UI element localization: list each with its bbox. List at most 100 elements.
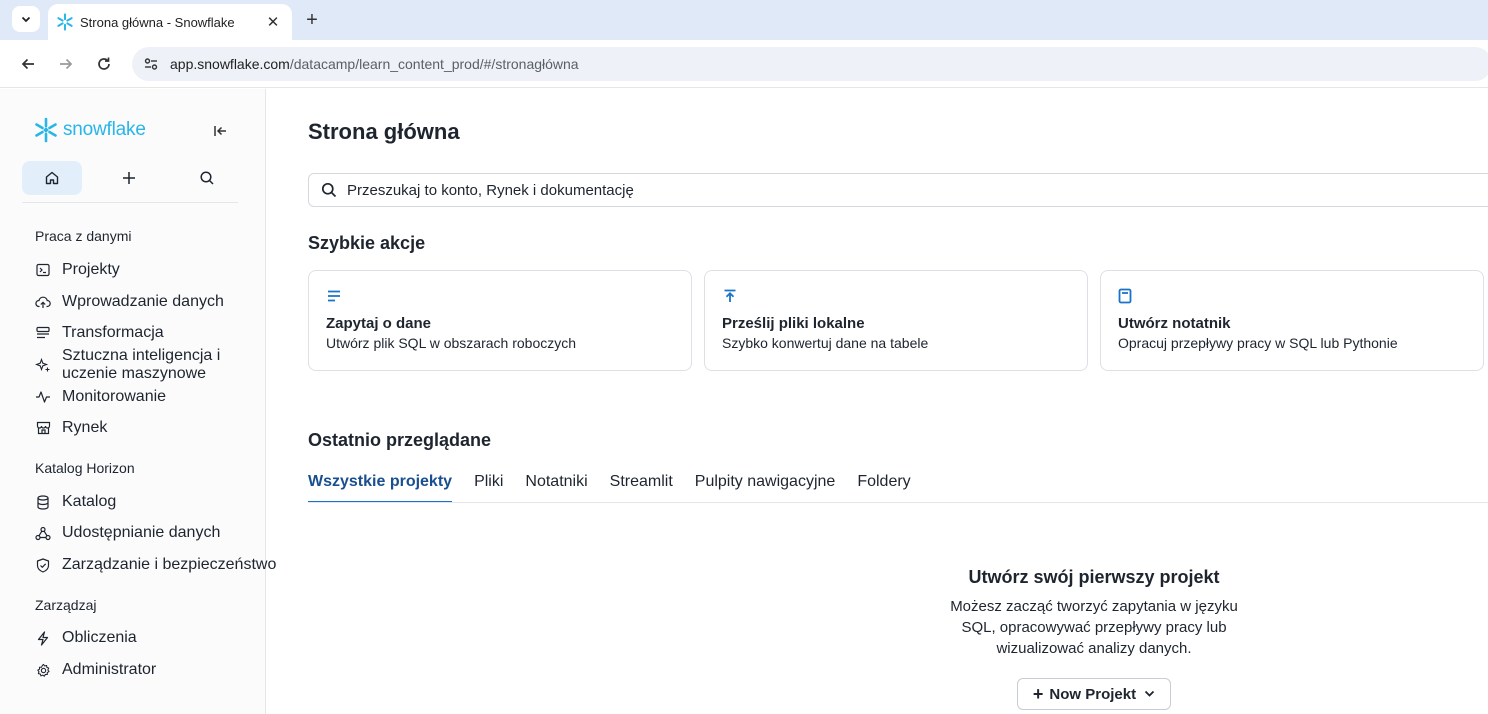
snowflake-favicon-icon <box>57 13 73 31</box>
sidebar-divider <box>22 202 238 203</box>
url-path: /datacamp/learn_content_prod/#/stronagłó… <box>289 56 579 72</box>
home-icon <box>45 171 59 185</box>
sparkle-icon <box>35 357 51 373</box>
share-network-icon <box>35 525 51 541</box>
snowflake-logo[interactable]: snowflake <box>33 117 146 143</box>
forward-button[interactable] <box>54 52 78 76</box>
quick-actions-heading: Szybkie akcje <box>308 233 426 253</box>
new-project-button[interactable]: + Now Projekt <box>1017 678 1171 710</box>
tab-notebooks[interactable]: Notatniki <box>525 465 587 503</box>
sidebar-item-data-ingestion[interactable]: Wprowadzanie danych <box>35 293 224 311</box>
new-tab-button[interactable]: + <box>300 8 324 32</box>
tab-dashboards[interactable]: Pulpity nawigacyjne <box>695 465 836 503</box>
sidebar: snowflake Praca z danymi Projekty Wprowa… <box>0 89 276 714</box>
collapse-left-icon <box>214 126 226 136</box>
address-bar-row: app.snowflake.com/datacamp/learn_content… <box>0 40 1488 88</box>
plus-icon: + <box>1032 683 1044 704</box>
quick-action-create-notebook[interactable]: Utwórz notatnik Opracuj przepływy pracy … <box>1100 270 1484 371</box>
card-title: Prześlij pliki lokalne <box>722 315 865 332</box>
snowflake-logo-icon <box>35 117 57 143</box>
sidebar-item-label: Wprowadzanie danych <box>62 293 224 310</box>
sidebar-item-projects[interactable]: Projekty <box>35 261 120 279</box>
sidebar-item-label: Zarządzanie i bezpieczeństwo <box>62 556 277 573</box>
card-description: Utwórz plik SQL w obszarach roboczych <box>326 335 577 351</box>
notebook-icon <box>1118 287 1136 305</box>
close-tab-icon[interactable]: ✕ <box>262 11 284 33</box>
sidebar-item-label: Udostępnianie danych <box>62 524 221 541</box>
sidebar-item-label: Transformacja <box>62 324 164 341</box>
text-lines-icon <box>326 287 344 305</box>
activity-icon <box>35 389 51 405</box>
card-title: Zapytaj o dane <box>326 315 432 332</box>
tab-search-button[interactable] <box>12 6 40 32</box>
search-icon <box>200 171 214 185</box>
url-text: app.snowflake.com/datacamp/learn_content… <box>170 56 579 72</box>
arrow-right-icon <box>60 58 73 70</box>
sidebar-item-catalog[interactable]: Katalog <box>35 493 116 511</box>
tabs-divider <box>308 502 1488 503</box>
url-field[interactable]: app.snowflake.com/datacamp/learn_content… <box>132 47 1488 81</box>
sidebar-item-compute[interactable]: Obliczenia <box>35 629 137 647</box>
cloud-upload-icon <box>35 294 51 310</box>
store-icon <box>35 420 51 436</box>
empty-state-title: Utwórz swój pierwszy projekt <box>968 567 1220 587</box>
main-content: Strona główna Przeszukaj to konto, Rynek… <box>267 89 1488 714</box>
chevron-down-icon <box>21 16 31 23</box>
card-description: Szybko konwertuj dane na tabele <box>722 335 929 351</box>
back-button[interactable] <box>16 52 40 76</box>
sidebar-item-label: Sztuczna inteligencja i uczenie maszynow… <box>62 347 221 382</box>
search-icon <box>321 182 337 198</box>
sidebar-item-data-sharing[interactable]: Udostępnianie danych <box>35 524 220 542</box>
quick-action-upload-files[interactable]: Prześlij pliki lokalne Szybko konwertuj … <box>704 270 1088 371</box>
search-button[interactable] <box>177 161 237 195</box>
tab-folders[interactable]: Foldery <box>857 465 910 503</box>
browser-tab-bar: Strona główna - Snowflake ✕ + <box>0 0 1488 40</box>
sidebar-item-label: Rynek <box>62 419 108 436</box>
section-manage: Zarządzaj <box>35 597 97 613</box>
tab-all-projects[interactable]: Wszystkie projekty <box>308 465 453 503</box>
tab-title: Strona główna - Snowflake <box>80 14 235 30</box>
sidebar-item-label: Projekty <box>62 261 120 278</box>
recent-tabs: Wszystkie projekty Pliki Notatniki Strea… <box>308 465 933 503</box>
database-icon <box>35 494 51 510</box>
tab-files[interactable]: Pliki <box>474 465 503 503</box>
reload-icon <box>98 57 110 70</box>
plus-icon <box>123 172 135 184</box>
reload-button[interactable] <box>92 52 116 76</box>
page-title: Strona główna <box>308 119 460 144</box>
global-search-input[interactable]: Przeszukaj to konto, Rynek i dokumentacj… <box>308 173 1488 207</box>
lightning-icon <box>35 630 51 646</box>
create-button[interactable] <box>99 161 159 195</box>
sidebar-item-transformation[interactable]: Transformacja <box>35 324 164 342</box>
gear-icon <box>35 662 51 678</box>
sidebar-item-monitoring[interactable]: Monitorowanie <box>35 388 166 406</box>
quick-action-query-data[interactable]: Zapytaj o dane Utwórz plik SQL w obszara… <box>308 270 692 371</box>
collapse-sidebar-button[interactable] <box>210 121 230 141</box>
card-description: Opracuj przepływy pracy w SQL lub Python… <box>1118 335 1398 351</box>
empty-state: Utwórz swój pierwszy projekt Możesz zacz… <box>917 567 1271 659</box>
card-title: Utwórz notatnik <box>1118 315 1231 332</box>
sidebar-item-marketplace[interactable]: Rynek <box>35 419 107 437</box>
search-placeholder: Przeszukaj to konto, Rynek i dokumentacj… <box>347 181 634 199</box>
recently-viewed-heading: Ostatnio przeglądane <box>308 430 492 450</box>
site-settings-icon[interactable] <box>140 53 162 75</box>
browser-tab[interactable]: Strona główna - Snowflake ✕ <box>48 4 292 40</box>
sidebar-item-label: Administrator <box>62 661 157 678</box>
sidebar-item-label: Monitorowanie <box>62 388 167 405</box>
upload-icon <box>722 287 740 305</box>
shield-check-icon <box>35 557 51 573</box>
sidebar-item-admin[interactable]: Administrator <box>35 661 156 679</box>
sidebar-item-label: Obliczenia <box>62 629 137 646</box>
sidebar-item-governance[interactable]: Zarządzanie i bezpieczeństwo <box>35 556 276 574</box>
chevron-down-icon <box>1144 690 1155 698</box>
sidebar-item-label: Katalog <box>62 493 117 510</box>
arrow-left-icon <box>21 58 34 70</box>
section-work-with-data: Praca z danymi <box>35 228 132 244</box>
tab-streamlit[interactable]: Streamlit <box>610 465 673 503</box>
home-button[interactable] <box>22 161 82 195</box>
section-horizon-catalog: Katalog Horizon <box>35 460 135 476</box>
sidebar-item-ai-ml[interactable]: Sztuczna inteligencja i uczenie maszynow… <box>35 347 232 383</box>
terminal-icon <box>35 262 51 278</box>
logo-text: snowflake <box>63 119 146 140</box>
sidebar-quick-actions <box>22 161 238 195</box>
